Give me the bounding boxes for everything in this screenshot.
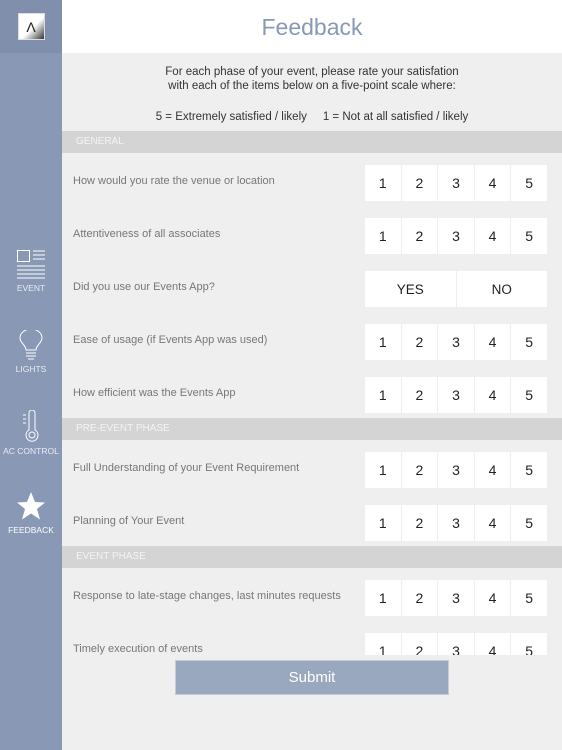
rating-option-3[interactable]: 3: [437, 505, 474, 541]
rating-option-1[interactable]: 1: [365, 377, 401, 413]
rating-option-3[interactable]: 3: [437, 165, 474, 201]
sidebar-item-ac-control[interactable]: AC CONTROL: [0, 410, 62, 456]
question-row: How efficient was the Events App 1 2 3 4 5: [62, 365, 562, 418]
rating-selector: 12345: [365, 377, 547, 413]
rating-option-4[interactable]: 4: [473, 633, 511, 655]
section-header: PRE-EVENT PHASE: [62, 418, 562, 440]
question-row: Attentiveness of all associates 1 2 3 4 5: [62, 206, 562, 259]
question-label: Planning of Your Event: [73, 515, 185, 527]
sidebar-item-label: FEEDBACK: [8, 525, 54, 535]
rating-option-4[interactable]: 4: [473, 165, 511, 201]
question-row: Response to late-stage changes, last min…: [62, 568, 562, 621]
option-yes[interactable]: YES: [365, 271, 456, 307]
rating-selector: 12345: [365, 165, 547, 201]
rating-selector: 12345: [365, 580, 547, 616]
question-label: Full Understanding of your Event Require…: [73, 462, 300, 474]
rating-option-3[interactable]: 3: [437, 580, 474, 616]
sidebar-item-label: EVENT: [16, 283, 46, 293]
sidebar-item-lights[interactable]: LIGHTS: [0, 330, 62, 374]
rating-option-4[interactable]: 4: [473, 505, 511, 541]
question-row: Ease of usage (if Events App was used) 1 2…: [62, 312, 562, 365]
rating-option-5[interactable]: 5: [510, 218, 547, 254]
section-header: GENERAL: [62, 131, 562, 153]
rating-option-4[interactable]: 4: [473, 377, 511, 413]
sidebar: Λ EVENT LIGHTS AC CONTROL FEEDBACK: [0, 0, 62, 750]
question-label: Attentiveness of all associates: [73, 228, 221, 240]
section-header: EVENT PHASE: [62, 546, 562, 568]
rating-option-4[interactable]: 4: [473, 324, 511, 360]
newspaper-icon: [17, 250, 45, 279]
sidebar-item-label: AC CONTROL: [3, 446, 59, 456]
rating-option-5[interactable]: 5: [510, 633, 547, 655]
submit-button[interactable]: Submit: [175, 660, 449, 695]
question-row: Did you use our Events App? YES NO: [62, 259, 562, 312]
intro-line: For each phase of your event, please rat…: [165, 66, 459, 78]
rating-selector: 12345: [365, 452, 547, 488]
question-row: Full Understanding of your Event Require…: [62, 440, 562, 493]
page-title: Feedback: [62, 0, 562, 53]
rating-option-1[interactable]: 1: [365, 633, 401, 655]
rating-option-2[interactable]: 2: [400, 505, 438, 541]
rating-option-1[interactable]: 1: [365, 452, 401, 488]
lightbulb-icon: [19, 330, 43, 360]
intro-line: with each of the items below on a five-p…: [168, 80, 456, 92]
intro: For each phase of your event, please rat…: [62, 53, 562, 131]
question-label: Did you use our Events App?: [73, 281, 215, 293]
rating-option-5[interactable]: 5: [510, 580, 547, 616]
rating-option-2[interactable]: 2: [400, 165, 438, 201]
yes-no-selector: YES NO: [365, 271, 547, 307]
sidebar-item-label: LIGHTS: [15, 364, 47, 374]
question-row: Timely execution of events 1 2 3 4 5: [62, 621, 562, 655]
option-no[interactable]: NO: [455, 271, 548, 307]
rating-option-5[interactable]: 5: [510, 505, 547, 541]
rating-selector: 12345: [365, 505, 547, 541]
scale-legend: 5 = Extremely satisfied / likely 1 = Not…: [155, 111, 469, 123]
rating-option-1[interactable]: 1: [365, 505, 401, 541]
rating-option-3[interactable]: 3: [437, 218, 474, 254]
rating-option-3[interactable]: 3: [437, 633, 474, 655]
rating-selector: 12345: [365, 324, 547, 360]
rating-option-4[interactable]: 4: [473, 452, 511, 488]
sidebar-item-feedback[interactable]: FEEDBACK: [0, 491, 62, 535]
sidebar-item-event[interactable]: EVENT: [0, 249, 62, 293]
rating-option-2[interactable]: 2: [400, 633, 438, 655]
question-row: Planning of Your Event 1 2 3 4 5: [62, 493, 562, 546]
rating-option-2[interactable]: 2: [400, 452, 438, 488]
logo[interactable]: Λ: [17, 13, 45, 40]
rating-selector: 12345: [365, 633, 547, 655]
question-label: How efficient was the Events App: [73, 387, 236, 399]
rating-option-4[interactable]: 4: [473, 580, 511, 616]
rating-option-4[interactable]: 4: [473, 218, 511, 254]
rating-option-2[interactable]: 2: [400, 324, 438, 360]
question-row: How would you rate the venue or location…: [62, 153, 562, 206]
rating-option-2[interactable]: 2: [400, 377, 438, 413]
rating-option-1[interactable]: 1: [365, 165, 401, 201]
question-label: Timely execution of events: [73, 643, 203, 655]
star-icon: [17, 492, 45, 520]
question-label: How would you rate the venue or location: [73, 175, 275, 187]
rating-option-3[interactable]: 3: [437, 324, 474, 360]
rating-option-3[interactable]: 3: [437, 377, 474, 413]
rating-option-1[interactable]: 1: [365, 218, 401, 254]
thermometer-icon: [23, 410, 39, 442]
rating-option-2[interactable]: 2: [400, 218, 438, 254]
rating-option-5[interactable]: 5: [510, 165, 547, 201]
rating-selector: 12345: [365, 218, 547, 254]
rating-option-1[interactable]: 1: [365, 580, 401, 616]
question-label: Response to late-stage changes, last min…: [73, 590, 341, 602]
rating-option-5[interactable]: 5: [510, 377, 547, 413]
rating-option-3[interactable]: 3: [437, 452, 474, 488]
question-label: Ease of usage (if Events App was used): [73, 334, 268, 346]
logo-area: Λ: [0, 0, 62, 53]
feedback-form[interactable]: For each phase of your event, please rat…: [62, 53, 562, 655]
rating-option-2[interactable]: 2: [400, 580, 438, 616]
rating-option-1[interactable]: 1: [365, 324, 401, 360]
rating-option-5[interactable]: 5: [510, 452, 547, 488]
rating-option-5[interactable]: 5: [510, 324, 547, 360]
